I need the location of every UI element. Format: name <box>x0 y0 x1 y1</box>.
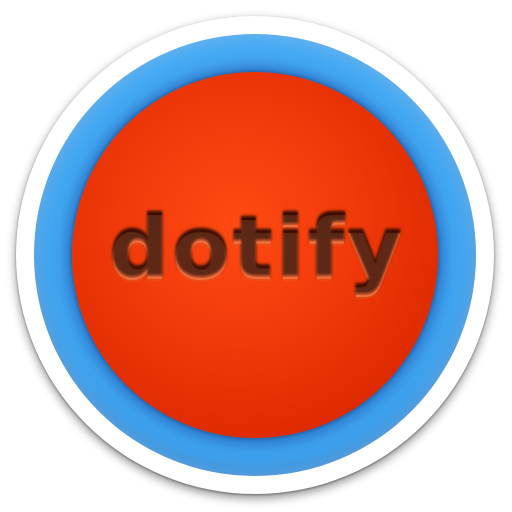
logo-text: dotify <box>108 199 406 297</box>
logo-wordmark: dotify <box>0 0 512 512</box>
app-icon: dotify <box>0 0 512 512</box>
